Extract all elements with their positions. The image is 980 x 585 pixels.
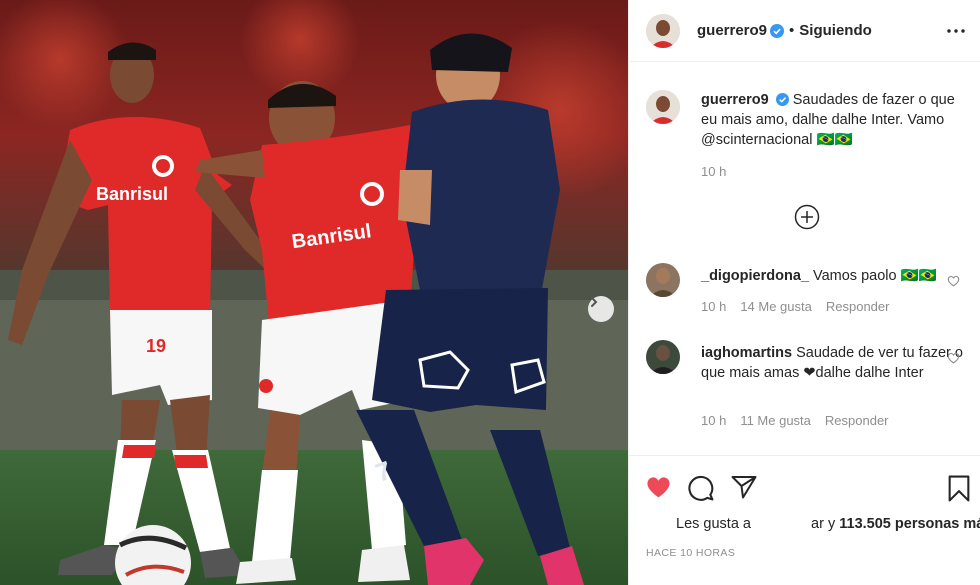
comment-username[interactable]: _digopierdona_: [701, 268, 809, 284]
caption-username[interactable]: guerrero9: [701, 92, 769, 108]
post-timestamp[interactable]: HACE 10 HORAS: [646, 547, 735, 559]
comment-likes[interactable]: 14 Me gusta: [740, 299, 812, 314]
reply-button[interactable]: Responder: [825, 413, 889, 428]
avatar[interactable]: [646, 90, 680, 124]
heart-filled-icon[interactable]: [645, 475, 672, 499]
post-username[interactable]: guerrero9: [697, 22, 767, 39]
verified-badge-icon: [770, 23, 785, 38]
more-options-button[interactable]: [943, 18, 969, 44]
post-side-panel: guerrero9 • Siguiendo guerrero9 Saudades…: [628, 0, 980, 585]
more-options-icon: [947, 29, 965, 33]
bookmark-icon[interactable]: [947, 475, 971, 502]
follow-status-button[interactable]: Siguiendo: [799, 22, 872, 39]
comments-list[interactable]: guerrero9 Saudades de fazer o que eu mai…: [629, 63, 980, 455]
next-photo-button[interactable]: [588, 296, 614, 322]
load-more-comments-icon[interactable]: [794, 204, 820, 230]
likes-prefix: Les gusta a: [676, 516, 751, 532]
verified-badge-icon: [775, 93, 789, 106]
comment-likes[interactable]: 11 Me gusta: [740, 413, 811, 428]
comment-time[interactable]: 10 h: [701, 299, 726, 314]
comment-time[interactable]: 10 h: [701, 413, 726, 428]
share-icon[interactable]: [731, 475, 757, 499]
reply-button[interactable]: Responder: [826, 299, 890, 314]
match-photo: Banrisul 19 Banrisul 7: [0, 0, 628, 585]
comment-username[interactable]: iaghomartins: [701, 345, 792, 361]
likes-middle: ar y: [811, 516, 836, 532]
post-actions: Les gusta a ar y 113.505 personas más HA…: [629, 455, 980, 585]
chevron-right-icon: [591, 297, 598, 307]
avatar[interactable]: [646, 13, 680, 48]
likes-summary[interactable]: Les gusta a ar y 113.505 personas más: [676, 516, 980, 532]
comment-text: Vamos paolo 🇧🇷🇧🇷: [813, 268, 937, 284]
heart-outline-icon[interactable]: [947, 275, 960, 287]
likes-count[interactable]: 113.505 personas más: [839, 516, 980, 532]
post-header: guerrero9 • Siguiendo: [629, 0, 980, 62]
comment-icon[interactable]: [688, 475, 715, 502]
svg-text:Banrisul: Banrisul: [96, 184, 168, 204]
avatar[interactable]: [646, 263, 680, 297]
caption-time[interactable]: 10 h: [701, 164, 726, 179]
separator-dot: •: [789, 22, 795, 39]
heart-outline-icon[interactable]: [947, 352, 960, 364]
post-photo[interactable]: Banrisul 19 Banrisul 7: [0, 0, 628, 585]
svg-text:19: 19: [146, 336, 166, 356]
avatar[interactable]: [646, 340, 680, 374]
